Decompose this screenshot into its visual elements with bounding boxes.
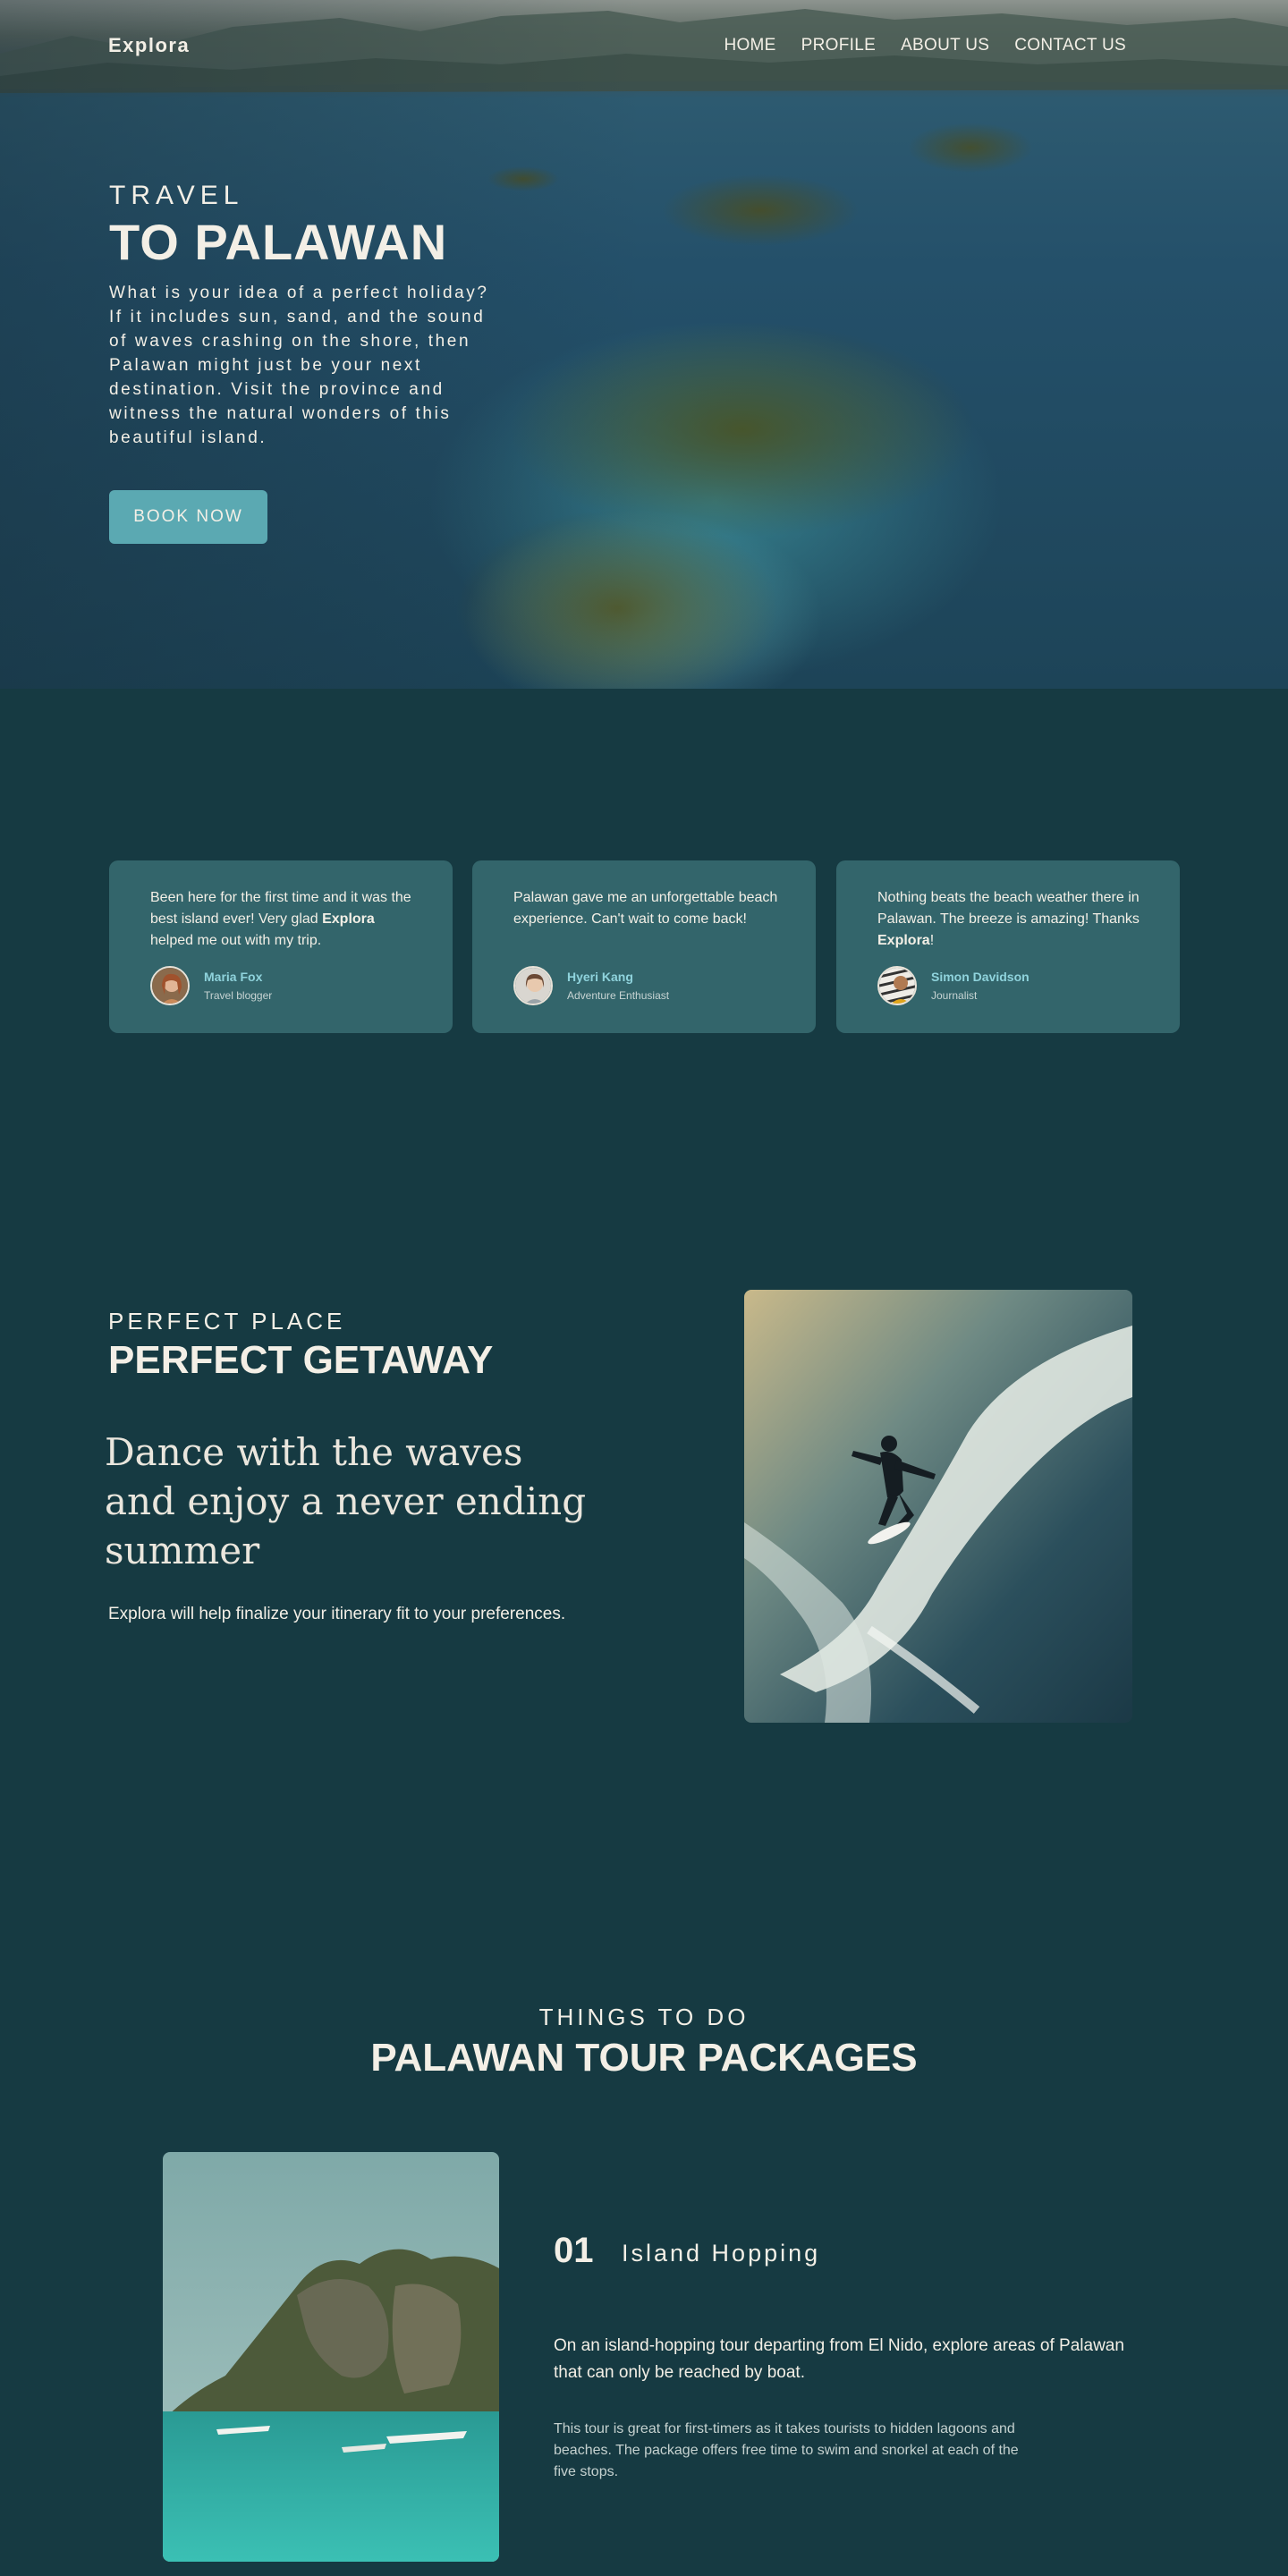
testimonial-text: Nothing beats the beach weather there in… — [877, 890, 1140, 948]
avatar — [877, 966, 917, 1005]
hero-description: What is your idea of a perfect holiday? … — [109, 284, 489, 447]
nav-profile-link[interactable]: PROFILE — [801, 36, 876, 55]
hero-subtitle: TRAVEL — [109, 181, 244, 210]
top-navigation: Explora HOME PROFILE ABOUT US CONTACT US — [0, 0, 1288, 93]
package-number: 01 — [554, 2231, 594, 2270]
nav-about-link[interactable]: ABOUT US — [901, 36, 989, 55]
hero-title: TO PALAWAN — [109, 214, 448, 270]
nav-contact-link[interactable]: CONTACT US — [1014, 36, 1126, 55]
getaway-quote: Dance with the waves and enjoy a never e… — [105, 1430, 587, 1572]
package-name: Island Hopping — [622, 2240, 821, 2267]
testimonial-author-name: Hyeri Kang — [567, 970, 633, 984]
surfer-image — [744, 1290, 1132, 1723]
book-now-button[interactable]: BOOK NOW — [109, 490, 267, 544]
package-description: This tour is great for first-timers as i… — [554, 2421, 1019, 2479]
testimonial-author-name: Maria Fox — [204, 970, 263, 984]
nav-links: HOME PROFILE ABOUT US CONTACT US — [724, 36, 1126, 55]
getaway-title: PERFECT GETAWAY — [108, 1338, 494, 1382]
tours-subtitle: THINGS TO DO — [538, 2004, 750, 2030]
getaway-subtitle: PERFECT PLACE — [108, 1308, 346, 1335]
tours-title: PALAWAN TOUR PACKAGES — [370, 2036, 918, 2080]
testimonial-card: Palawan gave me an unforgettable beach e… — [472, 860, 816, 1033]
testimonial-text: Palawan gave me an unforgettable beach e… — [513, 890, 778, 927]
nav-home-link[interactable]: HOME — [724, 36, 775, 55]
testimonial-author-role: Travel blogger — [204, 989, 273, 1002]
testimonial-author-role: Adventure Enthusiast — [567, 989, 670, 1002]
package-lead: On an island-hopping tour departing from… — [554, 2336, 1124, 2382]
testimonial-author-name: Simon Davidson — [931, 970, 1030, 984]
testimonial-card: Been here for the first time and it was … — [109, 860, 453, 1033]
avatar — [513, 966, 553, 1005]
site-logo[interactable]: Explora — [108, 34, 190, 57]
getaway-description: Explora will help finalize your itinerar… — [108, 1605, 566, 1623]
island-hopping-image — [163, 2152, 499, 2562]
testimonial-card: Nothing beats the beach weather there in… — [836, 860, 1180, 1033]
avatar — [150, 966, 190, 1005]
testimonial-text: Been here for the first time and it was … — [150, 890, 411, 948]
testimonial-author-role: Journalist — [931, 989, 978, 1002]
hero-section: Explora HOME PROFILE ABOUT US CONTACT US… — [0, 0, 1288, 689]
